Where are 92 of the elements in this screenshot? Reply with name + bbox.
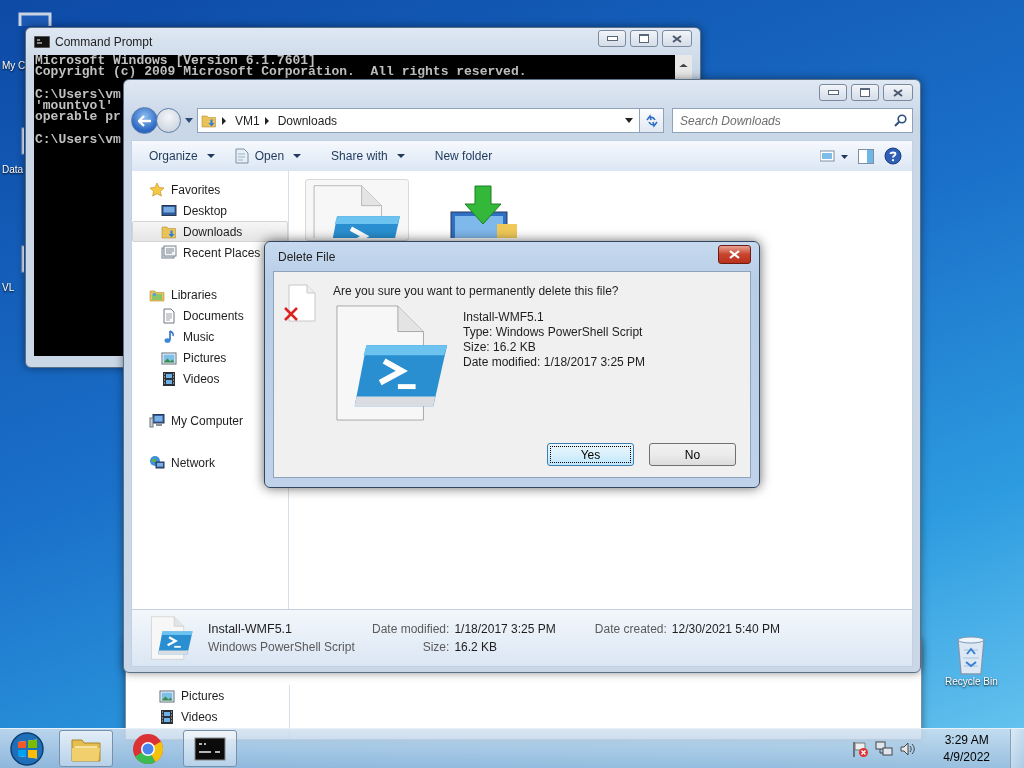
icon-label: Data [2, 164, 24, 175]
star-icon [149, 181, 165, 198]
document-icon [234, 148, 249, 164]
chrome-icon [131, 731, 165, 766]
chevron-icon [264, 116, 269, 125]
flag-icon[interactable] [851, 739, 870, 758]
console-line: C:\Users\vm [35, 89, 121, 100]
close-button[interactable] [718, 245, 751, 264]
address-bar[interactable]: VM1 Downloads [197, 108, 640, 133]
nav-item[interactable]: Pictures [158, 685, 289, 706]
refresh-button[interactable] [640, 108, 664, 133]
refresh-icon [644, 113, 659, 128]
picture-icon [159, 687, 175, 704]
breadcrumb-item[interactable]: Downloads [277, 113, 338, 128]
network-icon [149, 454, 165, 471]
minimize-button[interactable] [598, 30, 626, 47]
window-title: Command Prompt [55, 34, 153, 49]
script-file-icon [150, 616, 194, 660]
toolbar-button[interactable]: Open [226, 144, 310, 168]
chevron-icon [222, 116, 226, 125]
help-button[interactable] [884, 147, 902, 165]
toolbar-button[interactable]: Share with [323, 144, 413, 168]
delete-file-icon [284, 284, 317, 322]
property-value: 1/18/2017 3:25 PM [454, 622, 556, 636]
nav-item[interactable]: Videos [132, 368, 288, 389]
console-line: 'mountvol' [35, 100, 113, 111]
nav-item[interactable]: My Computer [132, 410, 288, 431]
forward-button[interactable] [156, 108, 181, 133]
view-options-button[interactable] [820, 150, 848, 162]
file-name: Install-WMF5.1 [208, 622, 294, 636]
film-icon [161, 370, 177, 387]
recent-pages-dropdown[interactable] [185, 118, 193, 123]
console-line: operable pr [35, 111, 121, 122]
close-button[interactable] [662, 30, 692, 47]
close-icon [729, 250, 740, 259]
recent-places-icon [161, 244, 177, 261]
console-line: C:\Users\vm [35, 134, 121, 145]
maximize-button[interactable] [630, 30, 658, 47]
file-info-text: Size: 16.2 KB [463, 340, 537, 355]
nav-item[interactable]: Downloads [132, 221, 288, 242]
film-icon [159, 708, 175, 725]
property-value: 16.2 KB [454, 640, 499, 654]
close-icon [893, 88, 903, 97]
console-line: Copyright (c) 2009 Microsoft Corporation. All rights reserved. [35, 66, 527, 77]
dialog-button[interactable]: Yes [547, 443, 634, 466]
back-arrow-icon [137, 114, 152, 127]
property-label: Date created: [594, 622, 667, 636]
search-icon [894, 114, 907, 127]
script-file-icon [311, 184, 403, 238]
start-button[interactable] [7, 730, 47, 767]
console-line: Microsoft Windows [Version 6.1.7601] [35, 55, 316, 66]
preview-pane-button[interactable] [858, 148, 874, 164]
file-info-text: Install-WMF5.1 [463, 310, 545, 325]
network-icon[interactable] [875, 739, 894, 758]
toolbar-button[interactable]: New folder [426, 144, 501, 168]
dialog-message: Are you sure you want to permanently delete this file? [333, 284, 620, 298]
file-info-text: Type: Windows PowerShell Script [463, 325, 644, 340]
nav-item[interactable]: Videos [158, 706, 289, 727]
search-field[interactable]: Search Downloads [672, 108, 913, 133]
nav-item[interactable]: Network [132, 452, 288, 473]
picture-icon [161, 349, 177, 366]
nav-item[interactable]: Desktop [132, 200, 288, 221]
folder-arrow-icon [161, 223, 177, 240]
breadcrumb-item[interactable]: VM1 [235, 113, 260, 128]
clock-date[interactable]: 4/9/2022 [943, 748, 990, 766]
dialog-button[interactable]: No [649, 443, 736, 466]
icon-label: Recycle Bin [945, 676, 998, 687]
file-item[interactable] [305, 179, 409, 241]
taskbar-button[interactable] [183, 730, 237, 767]
icon-label: My C [2, 60, 26, 71]
document-icon [161, 307, 177, 324]
icon-label: VL [2, 282, 15, 293]
file-info-text: Date modified: 1/18/2017 3:25 PM [463, 355, 646, 370]
file-type: Windows PowerShell Script [208, 640, 356, 654]
music-note-icon [161, 328, 177, 345]
close-icon [672, 34, 682, 43]
dropdown-arrow[interactable] [625, 118, 633, 123]
clock-time[interactable]: 3:29 AM [944, 731, 989, 749]
back-button[interactable] [131, 107, 158, 134]
minimize-button[interactable] [819, 84, 847, 101]
maximize-button[interactable] [851, 84, 879, 101]
console-icon [34, 35, 50, 48]
scroll-up-arrow-icon [679, 61, 688, 67]
property-value: 12/30/2021 5:40 PM [671, 622, 780, 636]
dialog-title: Delete File [278, 249, 336, 264]
desktop-icon [161, 202, 177, 219]
property-label: Date modified: [372, 622, 450, 636]
property-label: Size: [421, 640, 450, 654]
toolbar-button[interactable]: Organize [141, 144, 223, 168]
folder-arrow-icon [201, 112, 217, 129]
close-button[interactable] [883, 84, 913, 101]
nav-item[interactable]: Favorites [132, 179, 288, 200]
